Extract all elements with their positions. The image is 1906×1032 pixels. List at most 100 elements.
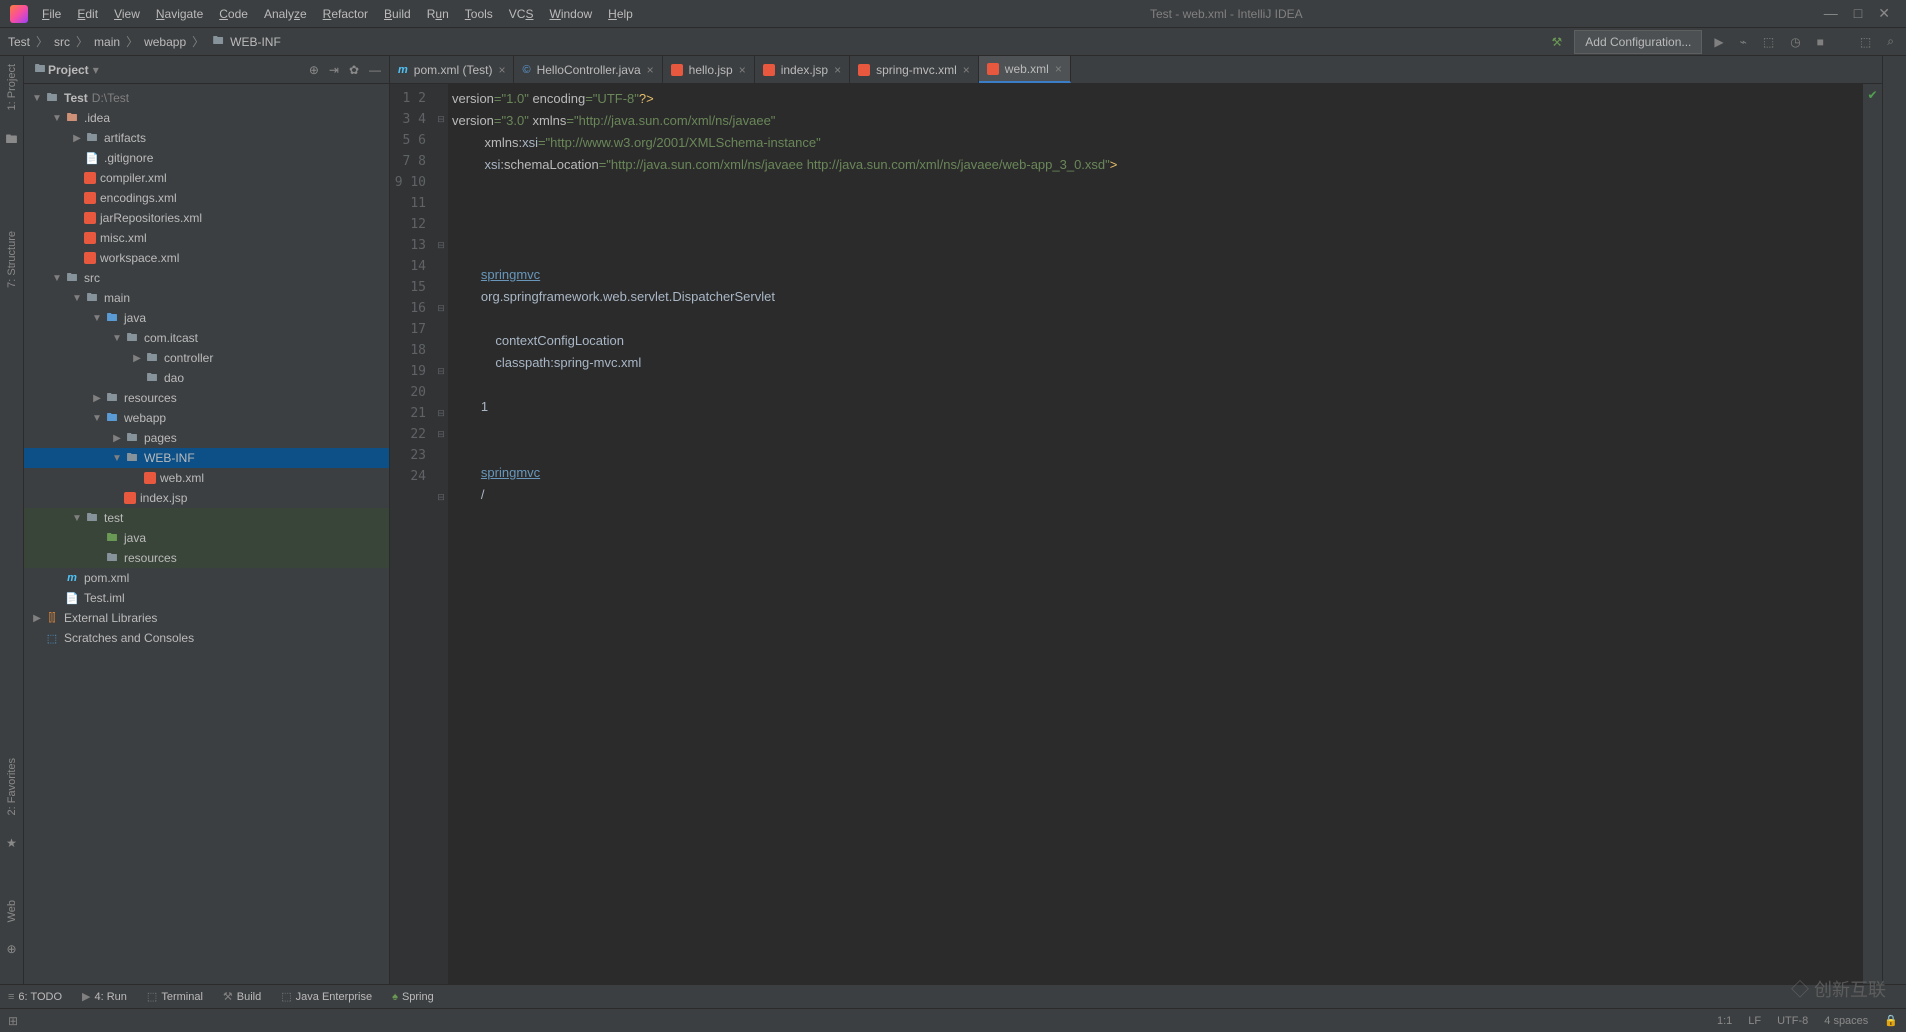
terminal-tool-button[interactable]: ⬚Terminal	[147, 990, 203, 1003]
tree-folder[interactable]: ▼🖿java	[24, 308, 389, 328]
breadcrumb-item[interactable]: webapp	[144, 35, 186, 49]
project-view-title[interactable]: Project	[48, 63, 89, 77]
editor-tab[interactable]: ©HelloController.java×	[514, 56, 662, 83]
hammer-icon[interactable]: ⚒	[1548, 33, 1567, 51]
tree-folder-selected[interactable]: ▼🖿WEB-INF	[24, 448, 389, 468]
menu-code[interactable]: Code	[211, 3, 256, 25]
menu-file[interactable]: File	[34, 3, 69, 25]
chevron-down-icon[interactable]: ▾	[93, 63, 99, 77]
maximize-button[interactable]: □	[1854, 5, 1862, 22]
fold-icon[interactable]: ⊟	[434, 235, 448, 256]
close-tab-icon[interactable]: ×	[1055, 62, 1062, 76]
tree-folder[interactable]: ▼🖿com.itcast	[24, 328, 389, 348]
tree-folder[interactable]: ▶🖿resources	[24, 388, 389, 408]
menu-help[interactable]: Help	[600, 3, 641, 25]
tree-file[interactable]: index.jsp	[24, 488, 389, 508]
breadcrumb-item[interactable]: src	[54, 35, 70, 49]
tree-file[interactable]: jarRepositories.xml	[24, 208, 389, 228]
lock-icon[interactable]: 🔒	[1884, 1014, 1898, 1027]
hide-icon[interactable]: —	[369, 63, 381, 77]
menu-run[interactable]: Run	[419, 3, 457, 25]
spring-tool-button[interactable]: ♠Spring	[392, 991, 434, 1003]
editor-tab[interactable]: spring-mvc.xml×	[850, 56, 979, 83]
add-configuration-button[interactable]: Add Configuration...	[1574, 30, 1702, 54]
tree-folder[interactable]: ▶🖿artifacts	[24, 128, 389, 148]
tree-file[interactable]: 📄Test.iml	[24, 588, 389, 608]
tree-file[interactable]: compiler.xml	[24, 168, 389, 188]
menu-tools[interactable]: Tools	[457, 3, 501, 25]
locate-icon[interactable]: ⊕	[309, 63, 319, 77]
tree-folder[interactable]: 🖿dao	[24, 368, 389, 388]
search-icon[interactable]: ⌕	[1883, 32, 1898, 51]
menu-refactor[interactable]: Refactor	[315, 3, 376, 25]
tree-folder[interactable]: 🖿java	[24, 528, 389, 548]
tree-folder[interactable]: ▼🖿.idea	[24, 108, 389, 128]
menu-analyze[interactable]: Analyze	[256, 3, 315, 25]
stop-icon[interactable]: ■	[1813, 33, 1828, 51]
settings-icon[interactable]: ✿	[349, 63, 359, 77]
show-tool-windows-icon[interactable]: ⊞	[8, 1014, 18, 1028]
tree-folder[interactable]: ▶🖿controller	[24, 348, 389, 368]
tree-root[interactable]: ▼🖿TestD:\Test	[24, 88, 389, 108]
folder-icon[interactable]: 🖿	[5, 130, 17, 151]
breadcrumb-item[interactable]: Test	[8, 35, 30, 49]
line-separator[interactable]: LF	[1748, 1015, 1761, 1027]
fold-icon[interactable]: ⊟	[434, 424, 448, 445]
editor-tab[interactable]: index.jsp×	[755, 56, 850, 83]
favorites-tool-button[interactable]: 2: Favorites	[6, 758, 18, 815]
close-tab-icon[interactable]: ×	[739, 63, 746, 77]
tree-scratches[interactable]: ⬚Scratches and Consoles	[24, 628, 389, 648]
fold-icon[interactable]: ⊟	[434, 109, 448, 130]
fold-icon[interactable]: ⊟	[434, 361, 448, 382]
tree-folder[interactable]: ▼🖿src	[24, 268, 389, 288]
run-icon[interactable]: ▶	[1710, 33, 1727, 51]
tree-folder[interactable]: ▶🖿pages	[24, 428, 389, 448]
close-button[interactable]: ✕	[1878, 5, 1890, 22]
breadcrumb-item[interactable]: WEB-INF	[230, 35, 281, 49]
cursor-position[interactable]: 1:1	[1717, 1015, 1732, 1027]
tree-file[interactable]: misc.xml	[24, 228, 389, 248]
project-tree[interactable]: ▼🖿TestD:\Test ▼🖿.idea ▶🖿artifacts 📄.giti…	[24, 84, 389, 984]
editor-tab-active[interactable]: web.xml×	[979, 56, 1071, 83]
structure-tool-button[interactable]: 7: Structure	[6, 231, 18, 288]
tree-file[interactable]: encodings.xml	[24, 188, 389, 208]
close-tab-icon[interactable]: ×	[834, 63, 841, 77]
tree-file[interactable]: 📄.gitignore	[24, 148, 389, 168]
tree-folder[interactable]: ▼🖿webapp	[24, 408, 389, 428]
tree-file[interactable]: web.xml	[24, 468, 389, 488]
javaee-tool-button[interactable]: ⬚Java Enterprise	[281, 990, 372, 1003]
coverage-icon[interactable]: ⬚	[1759, 33, 1778, 51]
fold-icon[interactable]: ⊟	[434, 298, 448, 319]
menu-navigate[interactable]: Navigate	[148, 3, 211, 25]
fold-icon[interactable]: ⊟	[434, 487, 448, 508]
tree-folder[interactable]: ▼🖿main	[24, 288, 389, 308]
debug-icon[interactable]: ⌁	[1736, 33, 1751, 51]
menu-edit[interactable]: Edit	[69, 3, 106, 25]
close-tab-icon[interactable]: ×	[647, 63, 654, 77]
tree-folder[interactable]: ▼🖿test	[24, 508, 389, 528]
tree-file[interactable]: mpom.xml	[24, 568, 389, 588]
web-tool-button[interactable]: Web	[6, 900, 18, 922]
todo-tool-button[interactable]: ≡6: TODO	[8, 991, 62, 1003]
editor-tab[interactable]: mpom.xml (Test)×	[390, 56, 514, 83]
tree-external-libs[interactable]: ▶⫿⫿External Libraries	[24, 608, 389, 628]
close-tab-icon[interactable]: ×	[498, 63, 505, 77]
menu-vcs[interactable]: VCS	[501, 3, 542, 25]
tree-folder[interactable]: 🖿resources	[24, 548, 389, 568]
run-tool-button[interactable]: ▶4: Run	[82, 990, 127, 1003]
file-encoding[interactable]: UTF-8	[1777, 1015, 1808, 1027]
collapse-icon[interactable]: ⇥	[329, 63, 339, 77]
check-icon[interactable]: ✔	[1867, 88, 1877, 102]
minimize-button[interactable]: —	[1824, 5, 1838, 22]
code-editor[interactable]: version="1.0" encoding="UTF-8"?> version…	[448, 84, 1862, 984]
fold-icon[interactable]: ⊟	[434, 403, 448, 424]
tree-file[interactable]: workspace.xml	[24, 248, 389, 268]
editor-tab[interactable]: hello.jsp×	[663, 56, 755, 83]
menu-view[interactable]: View	[106, 3, 148, 25]
update-icon[interactable]: ⬚	[1856, 33, 1875, 51]
profiler-icon[interactable]: ◷	[1786, 33, 1804, 51]
indent-setting[interactable]: 4 spaces	[1824, 1015, 1868, 1027]
build-tool-button[interactable]: ⚒Build	[223, 990, 261, 1003]
close-tab-icon[interactable]: ×	[963, 63, 970, 77]
menu-build[interactable]: Build	[376, 3, 419, 25]
